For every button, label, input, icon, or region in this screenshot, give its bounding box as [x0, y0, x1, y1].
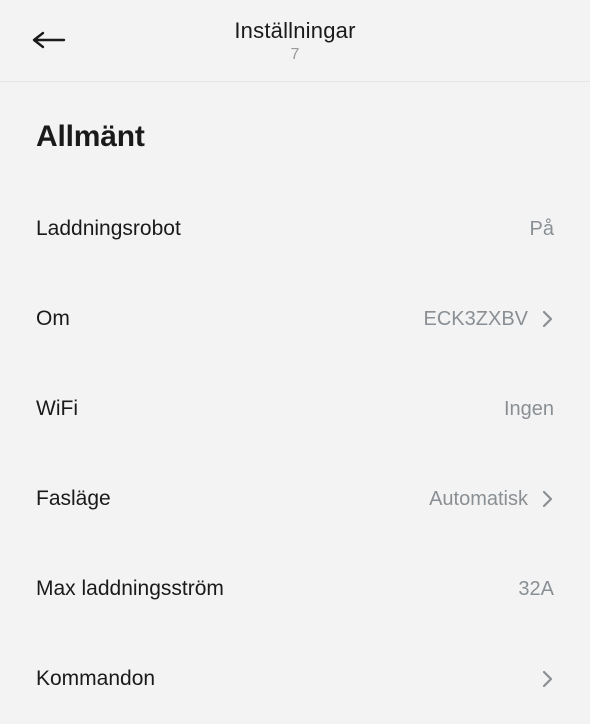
row-right: 32A: [518, 578, 554, 601]
row-commands[interactable]: Kommandon: [36, 634, 554, 724]
row-right: Automatisk: [429, 488, 554, 511]
row-max-current[interactable]: Max laddningsström 32A: [36, 544, 554, 634]
chevron-right-icon: [542, 489, 554, 509]
header-title-wrap: Inställningar 7: [0, 18, 590, 64]
page-title: Inställningar: [0, 18, 590, 44]
row-label: Laddningsrobot: [36, 217, 181, 241]
row-about[interactable]: Om ECK3ZXBV: [36, 274, 554, 364]
row-right: Ingen: [504, 398, 554, 421]
row-right: På: [530, 218, 554, 241]
row-value: 32A: [518, 578, 554, 601]
row-label: Kommandon: [36, 667, 155, 691]
row-label: Om: [36, 307, 70, 331]
chevron-right-icon: [542, 309, 554, 329]
page-subtitle: 7: [0, 46, 590, 64]
row-right: ECK3ZXBV: [424, 308, 554, 331]
row-label: Fasläge: [36, 487, 111, 511]
row-label: Max laddningsström: [36, 577, 224, 601]
row-value: Ingen: [504, 398, 554, 421]
row-wifi[interactable]: WiFi Ingen: [36, 364, 554, 454]
back-button[interactable]: [32, 28, 66, 52]
row-value: På: [530, 218, 554, 241]
header: Inställningar 7: [0, 0, 590, 82]
section-general: Allmänt Laddningsrobot På Om ECK3ZXBV Wi…: [0, 120, 590, 724]
chevron-right-icon: [542, 669, 554, 689]
row-value: Automatisk: [429, 488, 528, 511]
back-arrow-icon: [32, 30, 66, 50]
row-value: ECK3ZXBV: [424, 308, 528, 331]
row-charging-robot[interactable]: Laddningsrobot På: [36, 184, 554, 274]
section-title: Allmänt: [36, 120, 554, 154]
row-label: WiFi: [36, 397, 78, 421]
row-right: [542, 669, 554, 689]
row-phase-mode[interactable]: Fasläge Automatisk: [36, 454, 554, 544]
